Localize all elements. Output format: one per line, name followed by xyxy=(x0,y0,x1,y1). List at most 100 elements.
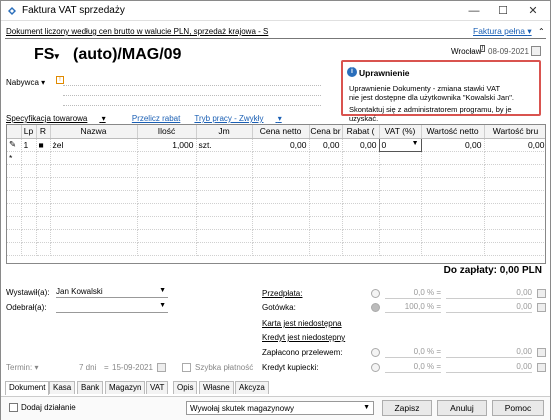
spec-dropdown[interactable]: Specyfikacja towarowa ▾ xyxy=(6,114,118,123)
transfer-radio[interactable] xyxy=(371,348,380,357)
save-button[interactable]: Zapisz xyxy=(382,400,432,416)
transfer-pct[interactable]: 0,0 % = xyxy=(385,347,441,358)
new-row[interactable]: * xyxy=(7,151,545,165)
term-equals: = xyxy=(104,363,109,372)
tab-kasa[interactable]: Kasa xyxy=(49,381,76,394)
doc-type-selector[interactable]: FS▾ xyxy=(34,46,59,64)
transfer-value[interactable]: 0,00 xyxy=(446,347,532,358)
cash-radio[interactable] xyxy=(371,303,380,312)
col-header-icon[interactable] xyxy=(7,125,22,139)
buyer-warning-icon[interactable]: ! xyxy=(56,76,64,84)
empty-row xyxy=(7,177,545,191)
tab-vat[interactable]: VAT xyxy=(146,381,169,394)
col-header-jm[interactable]: Jm xyxy=(196,125,253,139)
add-action-checkbox[interactable] xyxy=(9,403,18,412)
work-mode-dropdown[interactable]: Tryb pracy - Zwykły ▾ xyxy=(194,114,293,123)
cell-wartosc-netto: 0,00 xyxy=(421,138,485,152)
buyer-line xyxy=(63,85,321,86)
cell-rabat[interactable]: 0,00 xyxy=(342,138,380,152)
tab-opis[interactable]: Opis xyxy=(173,381,198,394)
spec-label: Specyfikacja towarowa xyxy=(6,114,88,123)
col-header-rabat[interactable]: Rabat ( xyxy=(342,125,380,139)
warehouse-effect-dropdown[interactable]: Wywołaj skutek magazynowy ▼ xyxy=(186,401,374,415)
cell-cena-brutto[interactable]: 0,00 xyxy=(309,138,343,152)
popup-line: nie jest dostępne dla użytkownika "Kowal… xyxy=(349,93,514,102)
chevron-down-icon: ▾ xyxy=(277,114,282,123)
calendar-icon[interactable] xyxy=(531,46,541,56)
calculator-icon[interactable] xyxy=(537,303,546,312)
term-selector[interactable]: Termin: ▾ xyxy=(6,363,38,372)
items-grid[interactable]: Lp R Nazwa Ilość Jm Cena netto Cena br R… xyxy=(6,124,546,264)
term-label: Termin: xyxy=(6,363,33,372)
receiver-dropdown[interactable]: ▼ xyxy=(56,302,168,313)
document-date[interactable]: 08-09-2021 xyxy=(488,47,529,56)
tab-dokument[interactable]: Dokument xyxy=(5,381,50,395)
cancel-button[interactable]: Anuluj xyxy=(437,400,487,416)
term-date[interactable]: 15-09-2021 xyxy=(112,363,153,372)
help-button[interactable]: Pomoc xyxy=(492,400,544,416)
chevron-down-icon: ▾ xyxy=(527,26,532,36)
merchant-credit-value[interactable]: 0,00 xyxy=(446,362,532,373)
col-header-cena-netto[interactable]: Cena netto xyxy=(252,125,310,139)
buyer-selector[interactable]: Nabywca ▾ xyxy=(6,78,45,87)
calculator-icon[interactable] xyxy=(537,348,546,357)
cash-pct[interactable]: 100,0 % = xyxy=(385,302,441,313)
card-unavailable-link[interactable]: Karta jest niedostępna xyxy=(262,319,342,328)
table-row[interactable]: ✎ 1 ■ żel 1,000 szt. 0,00 0,00 0,00 0 ▼ 0… xyxy=(7,137,545,152)
col-header-lp[interactable]: Lp xyxy=(21,125,37,139)
document-subtitle: Dokument liczony według cen brutto w wal… xyxy=(6,27,269,36)
calculator-icon[interactable] xyxy=(537,289,546,298)
cell-jm[interactable]: szt. xyxy=(196,138,253,152)
popup-title: Uprawnienie xyxy=(359,68,410,78)
cash-value[interactable]: 0,00 xyxy=(446,302,532,313)
merchant-credit-pct[interactable]: 0,0 % = xyxy=(385,362,441,373)
col-header-nazwa[interactable]: Nazwa xyxy=(50,125,138,139)
cell-wartosc-brutto: 0,00 xyxy=(484,138,545,152)
calculator-icon[interactable] xyxy=(537,363,546,372)
buyer-line xyxy=(63,105,321,106)
tab-bank[interactable]: Bank xyxy=(77,381,104,394)
tab-wlasne[interactable]: Własne xyxy=(199,381,234,394)
col-header-cena-brutto[interactable]: Cena br xyxy=(309,125,343,139)
cell-r[interactable]: ■ xyxy=(36,138,51,152)
chevron-down-icon: ▼ xyxy=(159,302,166,309)
maximize-button[interactable]: ☐ xyxy=(488,1,518,21)
tab-magazyn[interactable]: Magazyn xyxy=(105,381,146,394)
credit-unavailable-link[interactable]: Kredyt jest niedostępny xyxy=(262,333,345,342)
merchant-credit-label: Kredyt kupiecki: xyxy=(262,363,319,372)
close-button[interactable]: ✕ xyxy=(518,1,548,21)
col-header-r[interactable]: R xyxy=(36,125,51,139)
prepayment-radio[interactable] xyxy=(371,289,380,298)
merchant-credit-radio[interactable] xyxy=(371,363,380,372)
place-field[interactable]: Wrocław xyxy=(451,47,482,56)
tab-akcyza[interactable]: Akcyza xyxy=(235,381,269,394)
col-header-wartosc-netto[interactable]: Wartość netto xyxy=(421,125,485,139)
doc-type: FS xyxy=(34,46,55,63)
vat-rate-dropdown[interactable]: 0 ▼ xyxy=(378,137,422,152)
prepayment-label[interactable]: Przedpłata: xyxy=(262,289,302,298)
faktura-type-label: Faktura pełna xyxy=(473,26,525,36)
grid-toolbar: Specyfikacja towarowa ▾ Przelicz rabat T… xyxy=(6,114,306,123)
recalc-discount-link[interactable]: Przelicz rabat xyxy=(132,114,180,123)
empty-row xyxy=(7,190,545,204)
col-header-wartosc-brutto[interactable]: Wartość bru xyxy=(484,125,545,139)
term-days[interactable]: 7 dni xyxy=(79,363,96,372)
chevron-down-icon: ▼ xyxy=(411,139,419,147)
chevron-down-icon: ▼ xyxy=(159,287,166,294)
calendar-icon[interactable] xyxy=(157,363,166,372)
issuer-dropdown[interactable]: Jan Kowalski ▼ xyxy=(56,287,168,298)
faktura-type-link[interactable]: Faktura pełna ▾ xyxy=(473,26,532,37)
place-info-icon[interactable]: ! xyxy=(480,45,485,52)
cell-ilosc[interactable]: 1,000 xyxy=(137,138,197,152)
title-bar: Faktura VAT sprzedaży — ☐ ✕ xyxy=(1,1,550,21)
cell-cena-netto[interactable]: 0,00 xyxy=(252,138,310,152)
prepayment-value[interactable]: 0,00 xyxy=(446,288,532,299)
cell-nazwa[interactable]: żel xyxy=(50,138,138,152)
col-header-ilosc[interactable]: Ilość xyxy=(137,125,197,139)
col-header-vat[interactable]: VAT (%) xyxy=(379,125,422,139)
chevron-down-icon: ▾ xyxy=(101,114,106,123)
quick-payment-checkbox[interactable] xyxy=(182,363,191,372)
prepayment-pct[interactable]: 0,0 % = xyxy=(385,288,441,299)
collapse-icon[interactable]: ⌃ xyxy=(538,27,547,37)
minimize-button[interactable]: — xyxy=(459,1,489,21)
